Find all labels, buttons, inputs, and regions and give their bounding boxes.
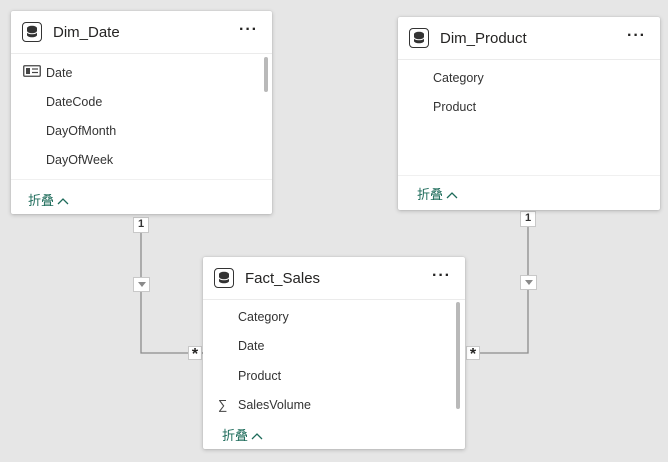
table-card-dim-product[interactable]: Dim_Product ··· Category Product 折叠 <box>398 17 660 210</box>
divider <box>398 175 660 176</box>
table-icon <box>22 22 42 42</box>
collapse-label: 折叠 <box>28 193 55 208</box>
collapse-label: 折叠 <box>222 428 249 443</box>
table-card-dim-date[interactable]: Dim_Date ··· Date DateCode DayOfMonth Da… <box>11 11 272 214</box>
table-title: Fact_Sales <box>245 270 321 287</box>
cardinality-one-date[interactable]: 1 <box>133 217 149 233</box>
field-product[interactable]: Product <box>433 100 476 114</box>
field-salesvolume[interactable]: SalesVolume <box>238 398 311 412</box>
collapse-button[interactable]: 折叠 <box>222 425 263 444</box>
sum-icon: ∑ <box>218 397 228 412</box>
cardinality-many-date[interactable]: * <box>188 346 202 363</box>
table-title: Dim_Date <box>53 24 120 41</box>
calendar-key-icon <box>23 65 41 80</box>
field-category[interactable]: Category <box>433 71 484 85</box>
collapse-label: 折叠 <box>417 187 444 202</box>
scrollbar[interactable] <box>264 57 268 92</box>
collapse-button[interactable]: 折叠 <box>417 184 458 203</box>
field-datecode[interactable]: DateCode <box>46 95 102 109</box>
table-icon <box>409 28 429 48</box>
more-options-button[interactable]: ··· <box>239 21 258 39</box>
table-card-fact-sales[interactable]: Fact_Sales ··· Category Date Product ∑ S… <box>203 257 465 449</box>
table-header[interactable]: Dim_Date ··· <box>11 11 272 54</box>
cardinality-many-product[interactable]: * <box>466 346 480 363</box>
table-title: Dim_Product <box>440 30 527 47</box>
field-dayofmonth[interactable]: DayOfMonth <box>46 124 116 138</box>
collapse-button[interactable]: 折叠 <box>28 190 69 209</box>
table-icon <box>214 268 234 288</box>
model-canvas[interactable]: 1 * 1 * Dim_Date ··· Date DateCode DayOf… <box>0 0 668 462</box>
more-options-button[interactable]: ··· <box>432 267 451 285</box>
field-date[interactable]: Date <box>238 339 264 353</box>
divider <box>11 179 272 180</box>
filter-direction-icon[interactable] <box>520 275 537 290</box>
field-dayofweek[interactable]: DayOfWeek <box>46 153 113 167</box>
filter-direction-icon[interactable] <box>133 277 150 292</box>
chevron-up-icon <box>57 193 69 208</box>
more-options-button[interactable]: ··· <box>627 27 646 45</box>
relationship-line-date-sales <box>140 217 203 354</box>
scrollbar[interactable] <box>456 302 460 409</box>
field-product[interactable]: Product <box>238 369 281 383</box>
cardinality-one-product[interactable]: 1 <box>520 211 536 227</box>
field-category[interactable]: Category <box>238 310 289 324</box>
table-header[interactable]: Dim_Product ··· <box>398 17 660 60</box>
relationship-line-product-sales <box>466 211 529 354</box>
field-date[interactable]: Date <box>46 66 72 80</box>
chevron-up-icon <box>446 187 458 202</box>
chevron-up-icon <box>251 428 263 443</box>
table-header[interactable]: Fact_Sales ··· <box>203 257 465 300</box>
